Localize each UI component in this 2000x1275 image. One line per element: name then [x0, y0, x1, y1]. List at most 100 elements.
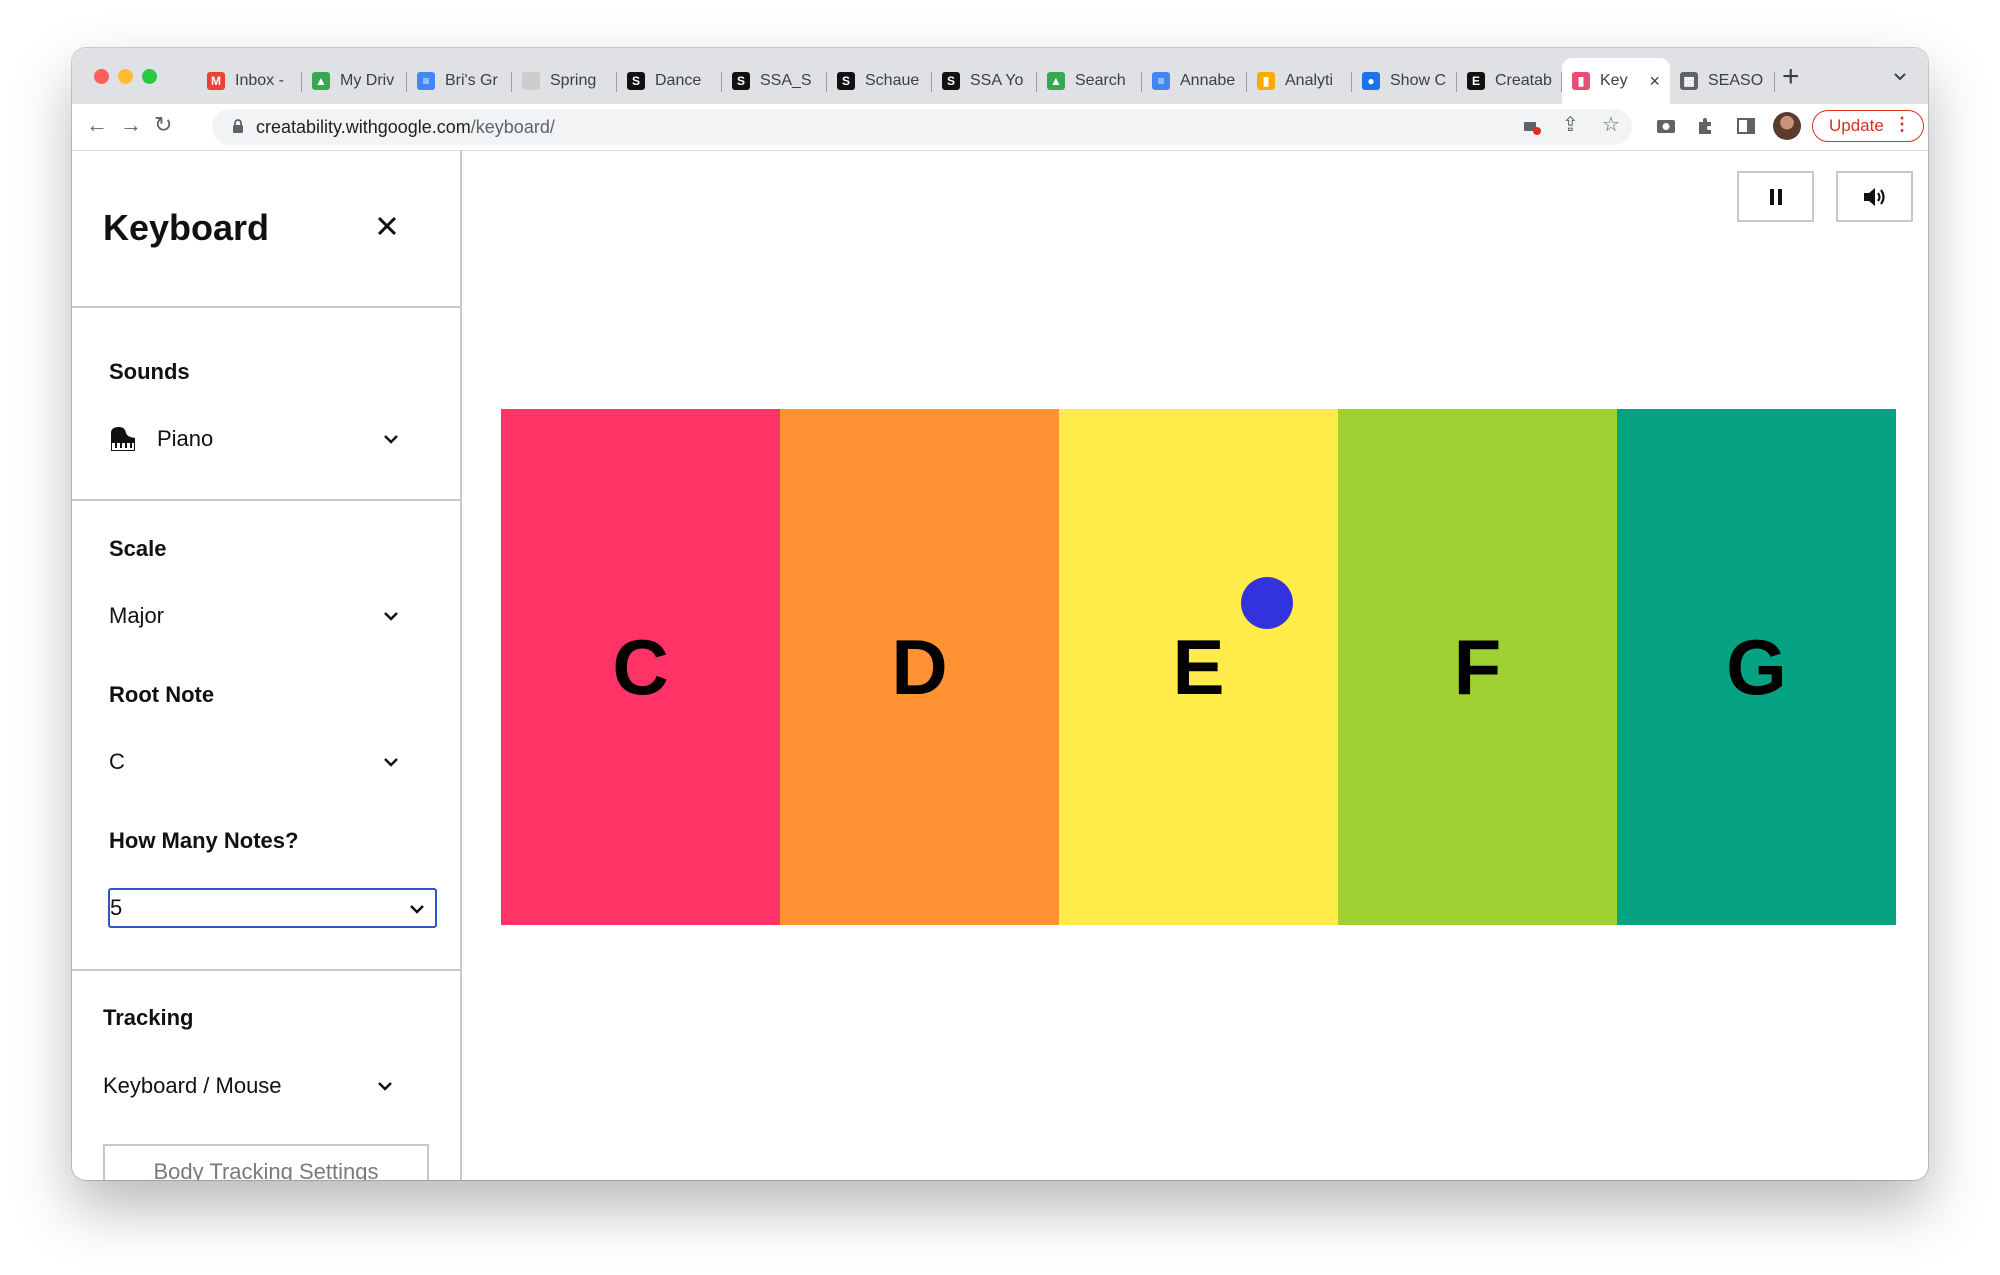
tab-label: Analyti [1285, 72, 1334, 89]
minimize-window-button[interactable] [118, 69, 133, 84]
browser-tab[interactable]: E Creatab [1457, 58, 1562, 104]
tab-label: SSA Yo [970, 72, 1024, 89]
ssa-icon: S [627, 72, 645, 90]
camera-blocked-icon[interactable] [1522, 117, 1542, 141]
new-tab-button[interactable]: + [1782, 62, 1800, 92]
tab-label: Show C [1390, 72, 1447, 89]
gmail-icon: M [207, 72, 225, 90]
browser-tab[interactable]: ▦ SEASO [1670, 58, 1775, 104]
ssa-icon: S [837, 72, 855, 90]
note-label: F [1453, 622, 1502, 711]
browser-tab[interactable]: ▮ Analyti [1247, 58, 1352, 104]
browser-tab[interactable]: M Inbox - [197, 58, 302, 104]
extensions-puzzle-icon[interactable] [1696, 116, 1716, 140]
chevron-down-icon [384, 758, 398, 767]
close-window-button[interactable] [94, 69, 109, 84]
pause-button[interactable] [1737, 171, 1814, 222]
sidebar-title: Keyboard [103, 207, 270, 248]
note-keyboard: C D E F G [501, 409, 1896, 925]
note-key-c[interactable]: C [501, 409, 780, 925]
browser-tab[interactable]: S Dance [617, 58, 722, 104]
scale-value: Major [109, 603, 165, 628]
update-button[interactable]: Update ⋮ [1812, 110, 1924, 142]
zoom-window-button[interactable] [142, 69, 157, 84]
note-key-g[interactable]: G [1617, 409, 1896, 925]
globe-icon: ● [1362, 72, 1380, 90]
more-menu-icon[interactable]: ⋮ [1893, 114, 1911, 135]
close-sidebar-icon[interactable] [376, 209, 398, 243]
back-button[interactable]: ← [86, 114, 108, 136]
divider [72, 969, 460, 971]
tracking-select[interactable]: Keyboard / Mouse [103, 1066, 403, 1106]
divider [72, 499, 460, 501]
body-tracking-settings-button[interactable]: Body Tracking Settings [103, 1144, 429, 1180]
browser-tab[interactable]: ▮ Key × [1562, 58, 1670, 104]
close-tab-icon[interactable]: × [1649, 71, 1660, 92]
scale-label: Scale [109, 536, 167, 561]
chevron-down-icon [384, 435, 398, 444]
forward-button[interactable]: → [120, 114, 142, 136]
browser-tab[interactable]: S Schaue [827, 58, 932, 104]
browser-tab[interactable]: ≡ Bri's Gr [407, 58, 512, 104]
how-many-notes-label: How Many Notes? [109, 828, 299, 853]
browser-tab[interactable]: ● Show C [1352, 58, 1457, 104]
browser-tab[interactable]: ▲ Search [1037, 58, 1142, 104]
tab-search-chevron-icon[interactable] [1892, 68, 1908, 89]
bookmark-star-icon[interactable]: ☆ [1602, 115, 1620, 135]
address-bar[interactable]: creatability.withgoogle.com/keyboard/ ⇪ … [212, 109, 1632, 145]
browser-tab[interactable]: ▲ My Driv [302, 58, 407, 104]
tab-label: Bri's Gr [445, 72, 498, 89]
scale-select[interactable]: Major [109, 596, 409, 636]
speaker-icon [1863, 187, 1885, 206]
tab-label: Schaue [865, 72, 920, 89]
chevron-down-icon [384, 612, 398, 621]
note-label: C [612, 622, 669, 711]
e-icon: E [1467, 72, 1485, 90]
sounds-label: Sounds [109, 359, 190, 384]
reload-button[interactable]: ↻ [154, 114, 172, 136]
volume-button[interactable] [1836, 171, 1913, 222]
url-text: creatability.withgoogle.com/keyboard/ [256, 117, 555, 137]
image-icon: ▦ [1680, 72, 1698, 90]
note-label: D [891, 622, 948, 711]
ssa-icon: S [732, 72, 750, 90]
side-panel-icon[interactable] [1736, 116, 1756, 140]
settings-sidebar: Keyboard Sounds Piano Scale Major Root N… [72, 151, 462, 1180]
chevron-down-icon [410, 905, 424, 914]
sounds-value: Piano [157, 426, 214, 451]
note-key-e[interactable]: E [1059, 409, 1338, 925]
share-icon[interactable]: ⇪ [1562, 115, 1579, 135]
piano-icon [111, 427, 135, 451]
how-many-notes-select[interactable]: 5 [108, 888, 437, 928]
note-label: G [1726, 622, 1787, 711]
update-label: Update [1829, 116, 1884, 135]
tab-label: Dance [655, 72, 702, 89]
note-key-f[interactable]: F [1338, 409, 1617, 925]
root-note-value: C [109, 749, 125, 774]
how-many-notes-value: 5 [110, 895, 123, 920]
creatability-icon: ▮ [1572, 72, 1590, 90]
chevron-down-icon [378, 1082, 392, 1091]
cursor-dot [1241, 577, 1293, 629]
note-label: E [1172, 622, 1225, 711]
browser-tab[interactable]: ≡ Annabe [1142, 58, 1247, 104]
note-key-d[interactable]: D [780, 409, 1059, 925]
browser-tab[interactable]: Spring [512, 58, 617, 104]
lock-icon [233, 119, 243, 133]
tab-strip: M Inbox - ▲ My Driv ≡ Bri's Gr Spring S Dance S SS… [72, 48, 1928, 104]
tab-label: Search [1075, 72, 1126, 89]
screenshot-extension-icon[interactable] [1656, 116, 1676, 138]
divider [72, 306, 460, 308]
tracking-value: Keyboard / Mouse [103, 1073, 282, 1098]
root-note-label: Root Note [109, 682, 215, 707]
analytics-icon: ▮ [1257, 72, 1275, 90]
sounds-select[interactable]: Piano [109, 419, 409, 459]
browser-tab[interactable]: S SSA Yo [932, 58, 1037, 104]
tab-list: M Inbox - ▲ My Driv ≡ Bri's Gr Spring S Dance S SS… [197, 58, 1775, 104]
root-note-select[interactable]: C [109, 742, 409, 782]
browser-tab[interactable]: S SSA_S [722, 58, 827, 104]
docs-icon: ≡ [1152, 72, 1170, 90]
tab-label: SEASO [1708, 72, 1764, 89]
profile-avatar[interactable] [1773, 112, 1801, 140]
tab-label: Inbox - [235, 72, 284, 89]
